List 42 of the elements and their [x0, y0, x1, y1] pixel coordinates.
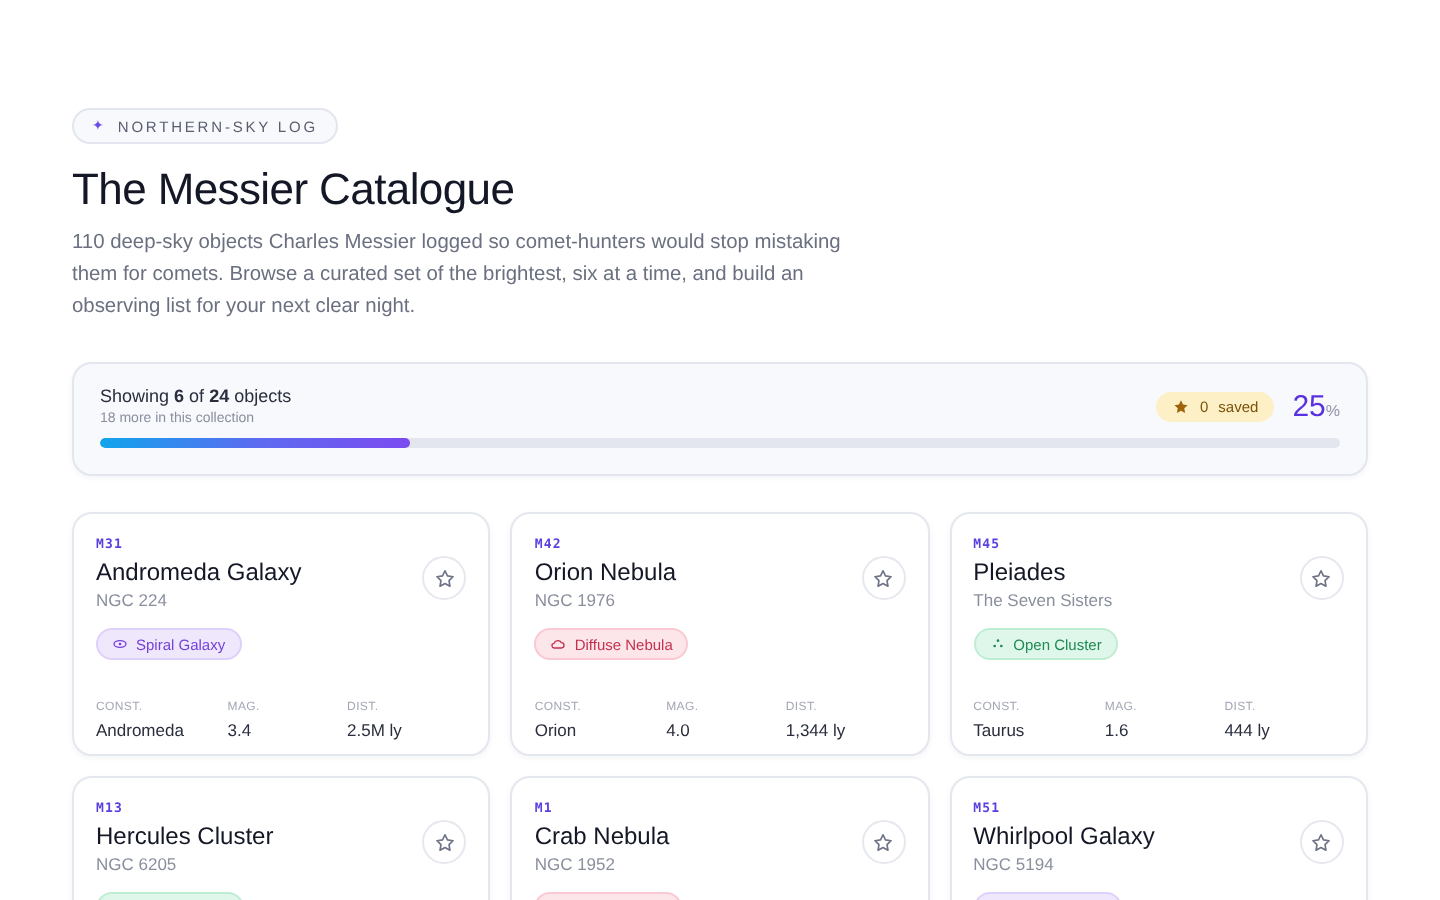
object-name: Hercules Cluster — [96, 822, 274, 850]
nebula-icon — [550, 636, 567, 652]
save-button[interactable] — [1299, 556, 1344, 600]
star-icon — [433, 567, 456, 589]
star-icon — [872, 567, 895, 589]
object-name: Pleiades — [973, 558, 1068, 586]
star-icon — [872, 831, 895, 853]
star-icon — [1310, 831, 1333, 853]
stat-value: 444 ly — [1224, 720, 1272, 740]
intro-text: 110 deep-sky objects Charles Messier logged so comet-hunters would stop mistaking them for comets. Browse a curated set of the brightest, six at a time, and build an observing list for your next clear night. — [72, 230, 843, 322]
percent-unit: % — [1325, 401, 1340, 419]
page-title: The Messier Catalogue — [72, 164, 517, 216]
percent-value: 25 — [1292, 389, 1326, 423]
stat-value: 2.5M ly — [347, 720, 404, 740]
save-button[interactable] — [422, 556, 467, 600]
object-name: Crab Nebula — [534, 822, 670, 850]
stat-value: Orion — [534, 720, 579, 740]
object-name: Orion Nebula — [534, 558, 677, 586]
star-icon — [433, 831, 456, 853]
stat-value: 1,344 ly — [785, 720, 848, 740]
showing-count: Showing 6 of 24 objects — [100, 386, 292, 406]
object-alias: NGC 5194 — [973, 854, 1056, 874]
object-name: Whirlpool Galaxy — [973, 822, 1155, 850]
save-button[interactable] — [861, 820, 906, 864]
stat-value: Andromeda — [96, 720, 186, 740]
stat-value: 3.4 — [227, 720, 254, 740]
cluster-icon — [989, 636, 1006, 652]
object-alias: NGC 1952 — [534, 854, 617, 874]
object-alias: NGC 6205 — [96, 854, 179, 874]
stat-value: Taurus — [973, 720, 1027, 740]
save-button[interactable] — [861, 556, 906, 600]
object-alias: NGC 224 — [96, 590, 169, 610]
save-button[interactable] — [422, 820, 467, 864]
star-icon — [1310, 567, 1333, 589]
save-button[interactable] — [1299, 820, 1344, 864]
object-alias: The Seven Sisters — [973, 590, 1113, 610]
stat-value: 4.0 — [666, 720, 692, 740]
object-alias: NGC 1976 — [534, 590, 617, 610]
stat-value: 1.6 — [1104, 720, 1131, 740]
object-name: Andromeda Galaxy — [96, 558, 302, 586]
galaxy-icon — [112, 636, 128, 652]
star-icon — [1172, 397, 1190, 415]
